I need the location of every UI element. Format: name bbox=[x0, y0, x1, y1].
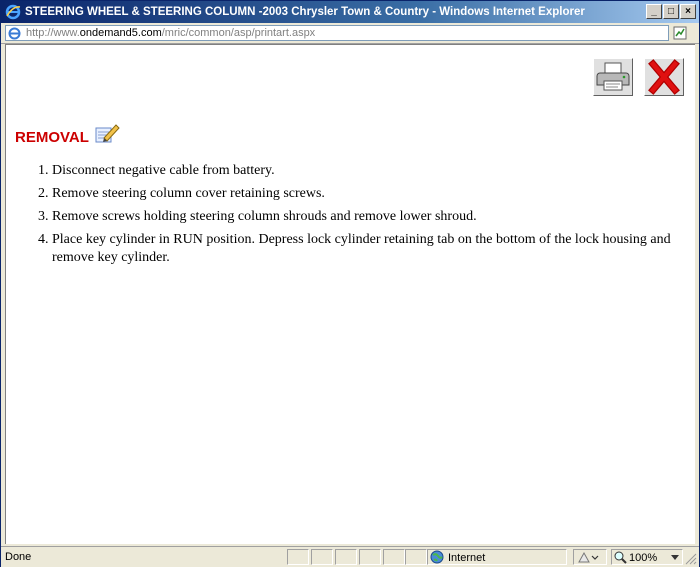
browser-window: STEERING WHEEL & STEERING COLUMN -2003 C… bbox=[0, 0, 700, 567]
close-page-button[interactable] bbox=[644, 58, 684, 96]
url-prefix: http://www. bbox=[26, 27, 80, 39]
page-content: REMOVAL Disconnect negative cable from b… bbox=[5, 44, 695, 544]
zoom-pane[interactable]: 100% bbox=[611, 549, 683, 565]
printer-icon bbox=[596, 62, 630, 91]
status-pane bbox=[383, 549, 405, 565]
step-item: Place key cylinder in RUN position. Depr… bbox=[52, 231, 695, 267]
zoom-level: 100% bbox=[629, 552, 658, 564]
maximize-button[interactable]: □ bbox=[663, 4, 679, 19]
status-text: Done bbox=[5, 551, 32, 563]
ie-page-icon bbox=[8, 27, 21, 40]
close-window-button[interactable]: × bbox=[680, 4, 696, 19]
ie-logo-icon bbox=[5, 4, 21, 20]
status-bar: Done Internet 100% bbox=[1, 546, 699, 567]
status-pane bbox=[287, 549, 309, 565]
protected-mode-icon bbox=[578, 551, 599, 563]
page-status-icon[interactable] bbox=[673, 26, 687, 40]
status-pane bbox=[311, 549, 333, 565]
window-title: STEERING WHEEL & STEERING COLUMN -2003 C… bbox=[25, 6, 585, 18]
chevron-down-icon bbox=[671, 555, 679, 560]
zone-text: Internet bbox=[448, 552, 486, 564]
section-heading: REMOVAL bbox=[15, 129, 89, 146]
url-path: /mric/common/asp/printart.aspx bbox=[161, 27, 316, 39]
red-x-icon bbox=[648, 59, 680, 95]
title-bar[interactable]: STEERING WHEEL & STEERING COLUMN -2003 C… bbox=[1, 1, 699, 23]
step-item: Remove screws holding steering column sh… bbox=[52, 208, 695, 226]
step-item: Disconnect negative cable from battery. bbox=[52, 162, 695, 180]
print-button[interactable] bbox=[593, 58, 633, 96]
minimize-button[interactable]: _ bbox=[646, 4, 662, 19]
address-bar: http://www.ondemand5.com/mric/common/asp… bbox=[1, 23, 699, 44]
zoom-icon bbox=[614, 551, 627, 564]
removal-steps: Disconnect negative cable from battery. … bbox=[26, 162, 695, 272]
resize-grip-icon[interactable] bbox=[685, 553, 697, 565]
url-domain: ondemand5.com bbox=[79, 27, 162, 39]
zone-pane[interactable]: Internet bbox=[427, 549, 567, 565]
step-item: Remove steering column cover retaining s… bbox=[52, 185, 695, 203]
status-pane bbox=[335, 549, 357, 565]
address-url: http://www.ondemand5.com/mric/common/asp… bbox=[26, 26, 315, 40]
security-pane[interactable] bbox=[573, 549, 607, 565]
address-input[interactable]: http://www.ondemand5.com/mric/common/asp… bbox=[5, 25, 669, 41]
status-pane bbox=[405, 549, 427, 565]
notepad-pencil-icon bbox=[95, 124, 120, 143]
status-pane bbox=[359, 549, 381, 565]
globe-icon bbox=[430, 550, 444, 564]
